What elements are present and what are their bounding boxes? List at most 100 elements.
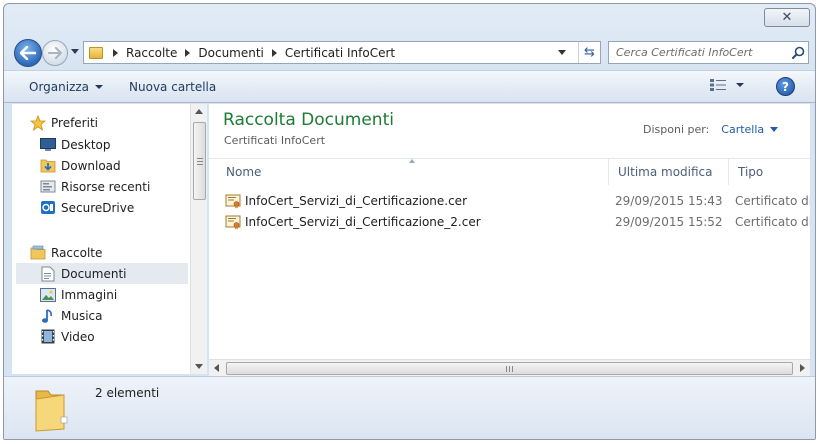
column-name-label: Nome <box>226 165 262 179</box>
file-row[interactable]: InfoCert_Servizi_di_Certificazione_2.cer… <box>209 211 810 232</box>
nav-item-recent[interactable]: Risorse recenti <box>40 176 150 197</box>
back-button[interactable] <box>14 39 42 67</box>
music-icon <box>40 308 56 324</box>
desktop-icon <box>40 137 56 153</box>
nav-item-label: Video <box>61 329 95 344</box>
nav-item-video[interactable]: Video <box>40 326 95 347</box>
column-modified-label: Ultima modifica <box>618 165 713 179</box>
search-box[interactable] <box>608 41 809 64</box>
organize-menu[interactable]: Organizza <box>20 75 112 99</box>
column-type-label: Tipo <box>738 165 764 179</box>
command-bar: Organizza Nuova cartella ? <box>4 70 815 103</box>
change-view-button[interactable] <box>710 79 744 91</box>
file-name: InfoCert_Servizi_di_Certificazione.cer <box>245 193 467 208</box>
file-modified: 29/09/2015 15:43 <box>615 193 723 208</box>
close-button[interactable]: ✕ <box>764 8 810 27</box>
forward-button[interactable] <box>42 40 68 66</box>
search-icon[interactable] <box>788 43 808 63</box>
arrange-value-dropdown[interactable]: Cartella <box>721 123 764 136</box>
scroll-left-icon[interactable] <box>214 364 219 372</box>
navigation-pane: Preferiti Desktop Download Risorse recen… <box>12 104 207 374</box>
folder-icon <box>89 46 103 59</box>
item-count: 2 elementi <box>95 386 160 400</box>
column-type[interactable]: Tipo <box>728 159 810 185</box>
horizontal-scroll-thumb[interactable] <box>226 362 793 375</box>
address-bar[interactable]: Raccolte Documenti Certificati InfoCert … <box>83 41 601 64</box>
scroll-up-icon[interactable] <box>195 109 203 114</box>
help-icon: ? <box>782 79 789 94</box>
chevron-down-icon[interactable] <box>770 127 779 132</box>
library-title: Raccolta Documenti <box>223 110 394 130</box>
address-dropdown-icon[interactable] <box>558 50 566 55</box>
scroll-right-icon[interactable] <box>800 364 805 372</box>
view-options-icon <box>710 79 726 91</box>
nav-item-immagini[interactable]: Immagini <box>40 284 117 305</box>
arrange-label: Disponi per: <box>643 123 710 136</box>
recent-pages-dropdown[interactable] <box>71 49 79 54</box>
file-type: Certificato di s <box>735 214 810 229</box>
breadcrumb-certificati[interactable]: Certificati InfoCert <box>285 46 395 60</box>
nav-item-securedrive[interactable]: SecureDrive <box>40 197 134 218</box>
nav-scroll-thumb[interactable] <box>193 122 206 200</box>
close-icon: ✕ <box>781 10 793 25</box>
refresh-button[interactable]: ⇆ <box>578 42 600 63</box>
breadcrumb-documenti[interactable]: Documenti <box>198 46 264 60</box>
nav-libraries-label: Raccolte <box>51 245 103 260</box>
star-icon <box>30 114 46 131</box>
library-subtitle: Certificati InfoCert <box>224 134 326 147</box>
new-folder-label: Nuova cartella <box>129 79 217 94</box>
file-row[interactable]: InfoCert_Servizi_di_Certificazione.cer 2… <box>209 190 810 211</box>
chevron-down-icon <box>95 84 104 89</box>
column-header: Nome Ultima modifica Tipo <box>209 158 810 185</box>
column-name[interactable]: Nome <box>216 159 609 185</box>
file-name: InfoCert_Servizi_di_Certificazione_2.cer <box>245 214 481 229</box>
nav-favorites[interactable]: Preferiti <box>30 112 98 133</box>
nav-item-label: Download <box>61 158 121 173</box>
column-modified[interactable]: Ultima modifica <box>608 159 729 185</box>
nav-item-musica[interactable]: Musica <box>40 305 103 326</box>
file-modified: 29/09/2015 15:52 <box>615 214 723 229</box>
file-list-pane: Raccolta Documenti Certificati InfoCert … <box>209 104 810 374</box>
grip-icon <box>197 158 203 165</box>
search-input[interactable] <box>609 42 788 63</box>
nav-item-label: Immagini <box>61 287 118 302</box>
nav-item-label: SecureDrive <box>61 200 135 215</box>
nav-item-label: Documenti <box>61 266 127 281</box>
video-icon <box>40 329 56 345</box>
grip-icon <box>506 366 513 372</box>
refresh-icon: ⇆ <box>584 45 595 60</box>
documents-icon <box>40 266 56 282</box>
nav-scrollbar[interactable] <box>190 104 207 374</box>
nav-item-label: Desktop <box>61 137 111 152</box>
breadcrumb-raccolte[interactable]: Raccolte <box>126 46 177 60</box>
breadcrumb-chevron-icon[interactable] <box>271 48 277 57</box>
file-name-cell: InfoCert_Servizi_di_Certificazione.cer <box>225 190 605 211</box>
scroll-down-icon[interactable] <box>195 364 203 369</box>
nav-favorites-label: Preferiti <box>51 115 98 130</box>
nav-item-desktop[interactable]: Desktop <box>40 134 111 155</box>
chevron-down-icon <box>736 83 744 87</box>
pictures-icon <box>40 287 56 303</box>
breadcrumb-chevron-icon[interactable] <box>113 48 118 57</box>
certificate-file-icon <box>225 214 241 230</box>
nav-item-download[interactable]: Download <box>40 155 121 176</box>
back-arrow-icon <box>20 46 36 60</box>
certificate-file-icon <box>225 193 241 209</box>
nav-item-label: Musica <box>61 308 103 323</box>
nav-item-documenti[interactable]: Documenti <box>16 263 188 284</box>
file-type: Certificato di s <box>735 193 810 208</box>
libraries-icon <box>30 245 46 261</box>
nav-libraries[interactable]: Raccolte <box>30 242 102 263</box>
help-button[interactable]: ? <box>776 77 795 96</box>
new-folder-button[interactable]: Nuova cartella <box>120 75 225 99</box>
forward-arrow-icon <box>48 47 62 59</box>
arrange-by: Disponi per: Cartella <box>643 123 779 136</box>
securedrive-icon <box>40 200 56 216</box>
details-pane: 2 elementi <box>4 376 815 439</box>
organize-label: Organizza <box>29 79 90 94</box>
nav-item-label: Risorse recenti <box>61 179 151 194</box>
folder-icon <box>34 383 72 433</box>
breadcrumb-chevron-icon[interactable] <box>185 48 191 57</box>
horizontal-scrollbar[interactable] <box>209 359 810 376</box>
file-name-cell: InfoCert_Servizi_di_Certificazione_2.cer <box>225 211 605 232</box>
